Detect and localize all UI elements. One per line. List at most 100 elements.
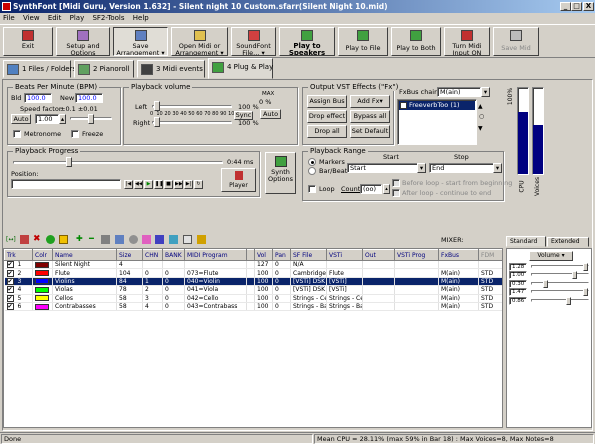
table-row[interactable]: ✔2Flute10400073=Flute1000Cambridge_Conce… — [4, 268, 502, 278]
right-volume-slider[interactable] — [152, 121, 232, 124]
mixer-volume-value[interactable]: 0.86 — [509, 296, 527, 305]
track-enabled-checkbox[interactable]: ✔ — [6, 286, 14, 294]
fx-item-checkbox[interactable] — [400, 102, 407, 109]
trash-icon[interactable] — [20, 235, 29, 244]
plus-icon[interactable]: ✚ — [76, 234, 83, 243]
menu-help[interactable]: Help — [130, 14, 152, 22]
col-colr[interactable]: Colr — [32, 249, 53, 261]
col-bank[interactable]: BANK — [162, 249, 185, 261]
position-field[interactable] — [11, 179, 121, 189]
mixer-volume-value[interactable]: 1.28 — [509, 263, 527, 271]
fxbus-dropdown-arrow[interactable]: ▾ — [481, 87, 490, 97]
speed-slider-thumb[interactable] — [88, 114, 94, 124]
copy-icon[interactable] — [115, 235, 124, 244]
fit-columns-icon[interactable]: [↔] — [6, 236, 16, 243]
pause-icon[interactable]: ❚❚ — [154, 180, 163, 189]
count-spinner[interactable]: ▴ — [383, 184, 390, 194]
open-midi-button[interactable]: Open Midi or Arrangement ▾ — [171, 27, 228, 56]
track-color-swatch[interactable] — [35, 261, 49, 268]
save-arrangement-button[interactable]: Save Arrangement ▾ — [113, 27, 168, 56]
close-button[interactable]: X — [583, 2, 594, 11]
right-volume-thumb[interactable] — [154, 117, 160, 127]
add-fx-button[interactable]: Add Fx▾ — [350, 95, 390, 108]
midi-icon[interactable] — [197, 235, 206, 244]
fx-list-item[interactable]: FreeverbToo (1) — [399, 101, 475, 110]
wave-icon[interactable] — [169, 235, 178, 244]
rewind-start-icon[interactable]: |◀ — [124, 180, 133, 189]
menu-sf2-tools[interactable]: SF2-Tools — [89, 14, 127, 22]
fx-move-down[interactable]: ▼ — [478, 125, 483, 132]
drop-all-button[interactable]: Drop all — [307, 125, 347, 138]
midi-input-button[interactable]: Turn Midi Input ON — [444, 27, 490, 56]
track-color-swatch[interactable] — [35, 303, 49, 310]
fx-move-up[interactable]: ▲ — [478, 103, 483, 110]
track-enabled-checkbox[interactable]: ✔ — [6, 261, 14, 268]
volume-menu-button[interactable]: Volume ▾ — [529, 251, 573, 261]
freeze-checkbox[interactable] — [71, 130, 79, 138]
bpm-new-input[interactable]: 100.0 — [75, 93, 103, 103]
col-blank[interactable] — [246, 249, 255, 261]
track-color-swatch[interactable] — [35, 295, 49, 302]
bpm-auto-button[interactable]: Auto — [11, 114, 31, 124]
stop-select[interactable]: End — [429, 163, 494, 173]
col-chn[interactable]: CHN — [142, 249, 163, 261]
forward-end-icon[interactable]: ▶| — [184, 180, 193, 189]
assign-bus-button[interactable]: Assign Bus — [307, 95, 347, 108]
minus-icon[interactable]: ━ — [89, 234, 94, 243]
track-color-swatch[interactable] — [35, 286, 49, 293]
mixer-volume-thumb[interactable] — [583, 263, 588, 271]
grid-icon[interactable] — [101, 235, 110, 244]
doc-icon[interactable] — [183, 235, 192, 244]
piano-icon[interactable] — [155, 235, 164, 244]
speed-factor-input[interactable]: 1.00 — [35, 114, 59, 124]
table-row[interactable]: ✔5Cellos5830042=Cello1000Strings - Celli… — [4, 294, 502, 303]
set-default-button[interactable]: Set Default — [350, 125, 390, 138]
track-enabled-checkbox[interactable]: ✔ — [6, 269, 14, 277]
col-vol[interactable]: Vol — [254, 249, 273, 261]
col-fxbus[interactable]: FxBus — [438, 249, 479, 261]
play-to-file-button[interactable]: Play to File — [338, 27, 388, 56]
drop-effect-button[interactable]: Drop effect — [307, 110, 347, 123]
forward-icon[interactable]: ▶▶ — [174, 180, 183, 189]
mixer-volume-slider[interactable] — [531, 265, 589, 268]
disk-icon[interactable] — [129, 235, 138, 244]
track-color-swatch[interactable] — [35, 278, 49, 285]
markers-radio[interactable] — [308, 158, 316, 166]
sync-button[interactable]: Sync — [234, 111, 253, 120]
minimize-button[interactable]: _ — [560, 2, 571, 11]
stop-dropdown-arrow[interactable]: ▾ — [493, 163, 502, 173]
mixer-volume-thumb[interactable] — [565, 296, 571, 305]
mixer-volume-thumb[interactable] — [583, 288, 588, 297]
loop-playback-icon[interactable]: ↻ — [194, 180, 203, 189]
table-row[interactable]: ✔3Violins8410040=Violin1000[VSTi] DSK St… — [4, 277, 502, 287]
col-size[interactable]: Size — [116, 249, 143, 261]
maximize-button[interactable]: □ — [571, 2, 582, 11]
col-name[interactable]: Name — [52, 249, 117, 261]
mixer-tab-extended[interactable]: Extended — [547, 237, 589, 247]
progress-slider[interactable] — [13, 161, 223, 164]
tab-midi-events[interactable]: 3 Midi events — [137, 60, 205, 78]
left-volume-thumb[interactable] — [154, 101, 160, 111]
stop-icon[interactable]: ■ — [164, 180, 173, 189]
add-icon[interactable] — [46, 235, 55, 244]
mixer-volume-thumb[interactable] — [542, 279, 548, 288]
progress-slider-thumb[interactable] — [66, 157, 72, 167]
loop-checkbox[interactable] — [308, 185, 316, 193]
track-color-swatch[interactable] — [35, 270, 49, 277]
play-to-both-button[interactable]: Play to Both — [391, 27, 441, 56]
start-dropdown-arrow[interactable]: ▾ — [417, 163, 426, 173]
speed-spinner[interactable]: ▴ — [59, 114, 66, 124]
barbeat-radio[interactable] — [308, 167, 316, 175]
mixer-volume-value[interactable]: 1.00 — [509, 271, 527, 280]
delete-icon[interactable]: ✖ — [33, 234, 41, 244]
tab-plug-play[interactable]: 4 Plug & Play — [208, 58, 273, 79]
col-vsti[interactable]: VSTi — [326, 249, 363, 261]
col-pan[interactable]: Pan — [272, 249, 291, 261]
col-sf-file[interactable]: SF File — [290, 249, 327, 261]
track-enabled-checkbox[interactable]: ✔ — [6, 303, 14, 310]
menu-view[interactable]: View — [20, 14, 43, 22]
star-icon[interactable] — [59, 235, 68, 244]
track-grid[interactable]: Trk Colr Name Size CHN BANK MIDI Program… — [3, 248, 503, 428]
start-select[interactable]: Start — [347, 163, 419, 173]
tab-pianoroll[interactable]: 2 Pianoroll — [74, 60, 134, 78]
